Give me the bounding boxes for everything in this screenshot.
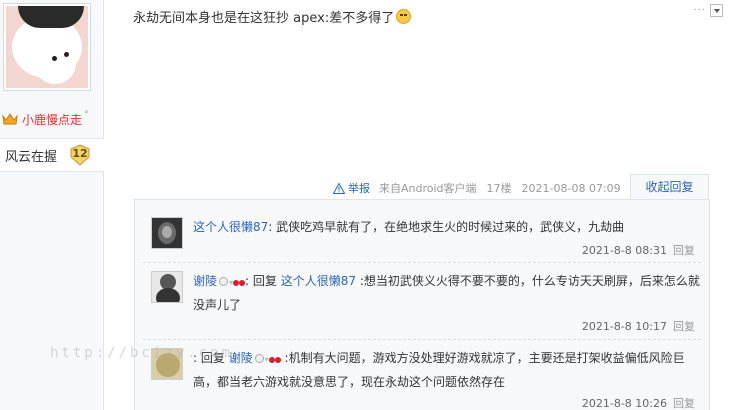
post-text: 永劫无间本身也是在这狂抄 apex:差不多得了 — [133, 11, 395, 26]
cherry-icon — [268, 353, 281, 363]
vip-crown-icon — [2, 112, 18, 126]
comment-body: 这个人很懒87: 武侠吃鸡早就有了，在绝地求生火的时候过来的，武侠义，九劫曲 — [193, 216, 701, 238]
level-title: 风云在握 — [5, 149, 58, 165]
post-meta: 举报 来自Android客户端 17楼 2021-08-08 07:09 — [333, 180, 621, 196]
author-avatar[interactable] — [3, 3, 91, 91]
author-name-row: 小鹿慢点走 ° — [0, 110, 104, 128]
comment-avatar[interactable] — [151, 217, 183, 249]
comment-avatar[interactable] — [151, 271, 183, 303]
comment-username[interactable]: 这个人很懒87 — [193, 220, 268, 234]
comment-reply-link[interactable]: 回复 — [673, 320, 695, 333]
fold-reply-button[interactable]: 收起回复 — [630, 174, 709, 200]
comment-time: 2021-8-8 10:17 — [581, 320, 667, 333]
watermark-text: http://bcizy.com — [50, 345, 233, 361]
cherry-icon — [233, 276, 246, 286]
comment-reply-link[interactable]: 回复 — [673, 397, 695, 410]
comment-username[interactable]: 谢陵 — [193, 274, 217, 288]
author-username[interactable]: 小鹿慢点走 — [22, 111, 82, 128]
comment-meta: 2021-8-8 08:31 回复 — [582, 242, 695, 258]
sweat-smile-emoji-icon — [396, 9, 412, 24]
author-level: 风云在握 12 — [0, 138, 104, 172]
more-dots: ··· — [693, 5, 706, 16]
level-badge-icon[interactable]: 12 — [69, 144, 91, 166]
comment-divider — [143, 262, 701, 263]
reply-to-username[interactable]: 这个人很懒87 — [281, 274, 356, 288]
comment-time: 2021-8-8 08:31 — [581, 244, 667, 257]
comment-meta: 2021-8-8 10:17 回复 — [582, 318, 695, 334]
member-icon — [219, 277, 229, 286]
report-link[interactable]: 举报 — [348, 180, 370, 196]
post-time: 2021-08-08 07:09 — [521, 181, 621, 195]
reply-prefix: : 回复 — [245, 274, 281, 288]
comment-body: 谢陵 ▾: 回复 这个人很懒87 :想当初武侠义火得不要不要的，什么专访天天刷屏，… — [193, 270, 701, 316]
comment-list: 这个人很懒87: 武侠吃鸡早就有了，在绝地求生火的时候过来的，武侠义，九劫曲 2… — [134, 199, 710, 410]
avatar-image — [6, 6, 88, 88]
level-number: 12 — [72, 147, 88, 160]
comment-text: : 武侠吃鸡早就有了，在绝地求生火的时候过来的，武侠义，九劫曲 — [268, 220, 625, 234]
comment-meta: 2021-8-8 10:26 回复 — [582, 395, 695, 410]
member-icon — [254, 354, 264, 363]
post-actions: ··· — [693, 4, 723, 17]
comment-reply-link[interactable]: 回复 — [673, 244, 695, 257]
dropdown-caret-icon[interactable] — [710, 4, 723, 17]
warning-icon — [333, 182, 345, 194]
comment-body: : 回复 谢陵 ▾ :机制有大问题，游戏方没处理好游戏就凉了，主要还是打架收益偏低… — [193, 347, 701, 393]
post-content: 永劫无间本身也是在这狂抄 apex:差不多得了 — [133, 7, 412, 26]
comment-divider — [143, 339, 701, 340]
comment-time: 2021-8-8 10:26 — [581, 397, 667, 410]
gender-mark: ° — [84, 110, 89, 120]
avatar-hat — [18, 6, 84, 28]
post-floor: 17楼 — [486, 182, 512, 195]
post-source: 来自Android客户端 — [379, 182, 477, 195]
